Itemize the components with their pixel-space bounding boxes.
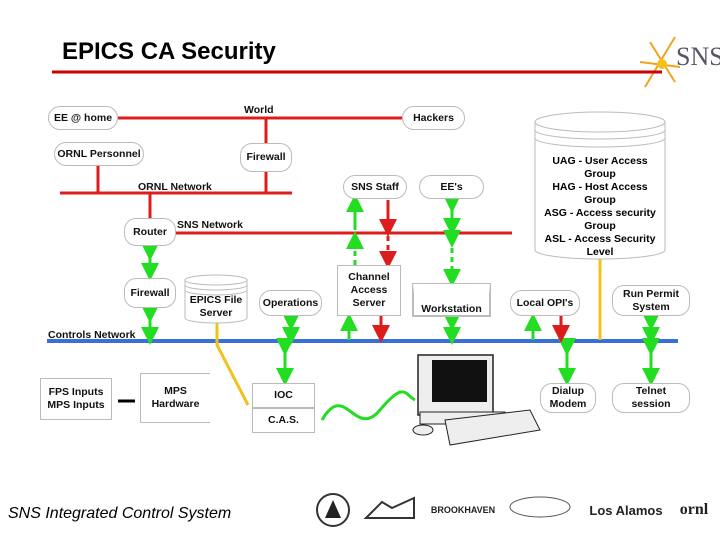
ioc-node[interactable]: IOC xyxy=(252,383,315,408)
fps-mps-inputs-node[interactable]: FPS Inputs MPS Inputs xyxy=(40,378,112,420)
firewall-top-node[interactable]: Firewall xyxy=(240,143,292,172)
asl-text: ASL - Access Security Level xyxy=(544,233,656,258)
partner-logo-brookhaven: BROOKHAVEN xyxy=(430,505,496,515)
partner-logo-jlab xyxy=(505,492,580,528)
file-server-node[interactable]: EPICS File Server xyxy=(188,292,244,322)
ornl-network-label: ORNL Network xyxy=(138,181,212,193)
slide: EPICS CA Security SNS World ORNL Network… xyxy=(0,0,720,540)
local-opis-node[interactable]: Local OPI's xyxy=(510,290,580,316)
partner-logo-ornl: ornl xyxy=(679,501,709,518)
ornl-personnel-node[interactable]: ORNL Personnel xyxy=(54,142,144,166)
workstation-node[interactable]: Workstation xyxy=(412,283,491,317)
cas-node[interactable]: C.A.S. xyxy=(252,408,315,433)
controls-network-label: Controls Network xyxy=(48,329,136,341)
footer-text: SNS Integrated Control System xyxy=(8,505,232,522)
hag-text: HAG - Host Access Group xyxy=(552,181,648,206)
uag-text: UAG - User Access Group xyxy=(552,155,648,180)
security-database-text: UAG - User Access Group HAG - Host Acces… xyxy=(540,155,660,259)
ee-home-node[interactable]: EE @ home xyxy=(48,106,118,130)
partner-logo-anl xyxy=(315,492,355,528)
ees-node[interactable]: EE's xyxy=(419,175,484,199)
router-node[interactable]: Router xyxy=(124,218,176,246)
mps-hardware-node[interactable]: MPS Hardware xyxy=(140,373,210,423)
asg-text: ASG - Access security Group xyxy=(544,207,656,232)
operations-node[interactable]: Operations xyxy=(259,290,322,316)
dialup-modem-node[interactable]: Dialup Modem xyxy=(540,383,596,413)
hackers-node[interactable]: Hackers xyxy=(402,106,465,130)
telnet-session-node[interactable]: Telnet session xyxy=(612,383,690,413)
computer-icon xyxy=(412,354,541,446)
run-permit-node[interactable]: Run Permit System xyxy=(612,285,690,316)
partner-logo-los-alamos: Los Alamos xyxy=(589,502,663,518)
channel-access-server-node[interactable]: Channel Access Server xyxy=(337,265,401,316)
partner-logo-lbnl xyxy=(362,492,422,528)
sns-network-label: SNS Network xyxy=(177,219,243,231)
firewall-controls-node[interactable]: Firewall xyxy=(124,278,176,308)
sns-staff-node[interactable]: SNS Staff xyxy=(343,175,407,199)
world-label: World xyxy=(244,104,274,116)
